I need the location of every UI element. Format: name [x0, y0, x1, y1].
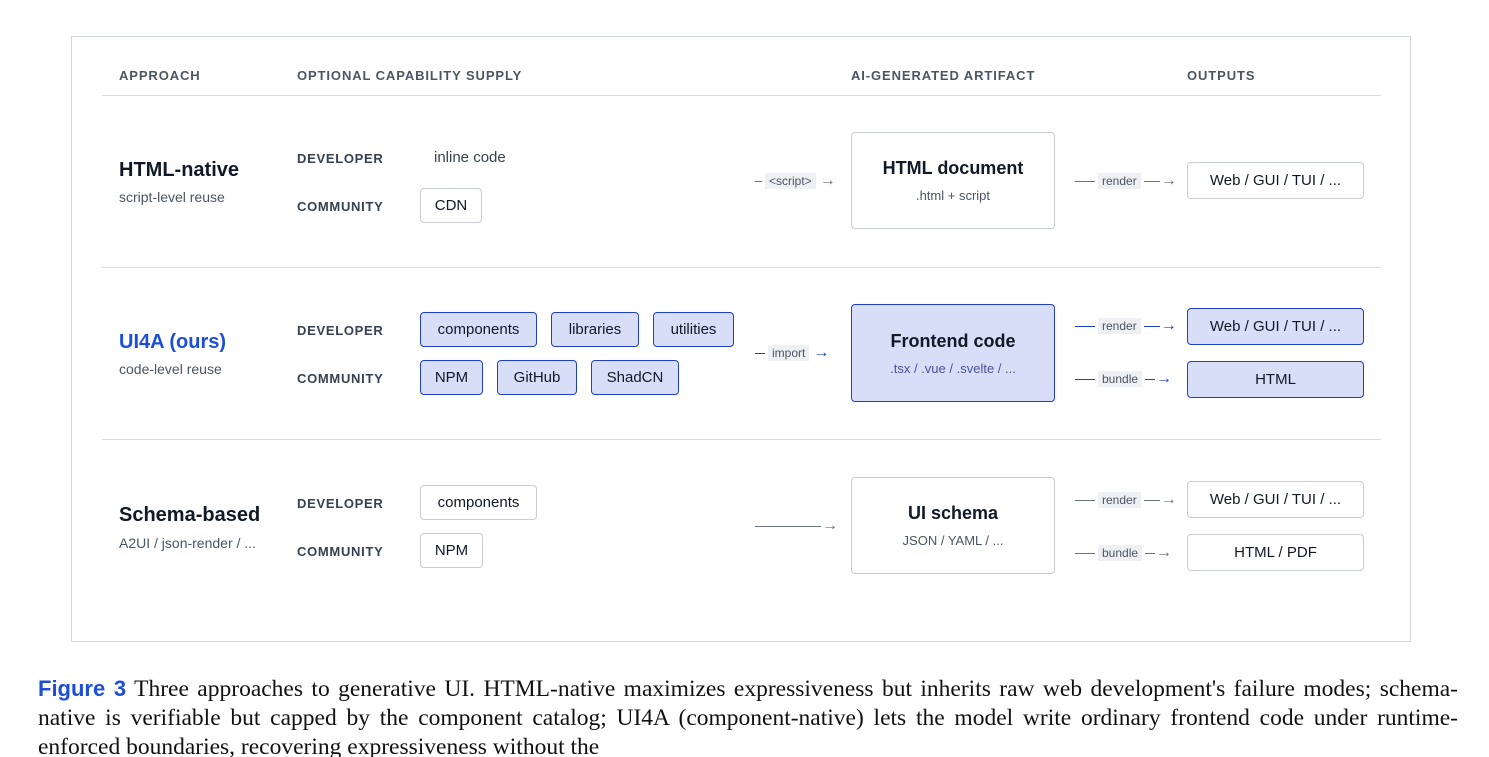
arrow-label: render	[1098, 492, 1141, 508]
row-divider-2	[102, 439, 1381, 440]
chip-components: components	[420, 485, 537, 520]
caption-text: Three approaches to generative UI. HTML-…	[38, 676, 1458, 757]
community-label: COMMUNITY	[297, 371, 384, 386]
arrow-label: bundle	[1098, 545, 1143, 561]
artifact-title: UI schema	[907, 503, 999, 523]
arrow-label: <script>	[765, 173, 816, 189]
header-capability: OPTIONAL CAPABILITY SUPPLY	[297, 68, 523, 83]
artifact-subtitle: .tsx / .vue / .svelte / ...	[890, 360, 1016, 376]
row-title: UI4A (ours)	[119, 331, 227, 353]
script-arrow: <script> →	[755, 171, 836, 191]
output-html: HTML	[1187, 361, 1364, 398]
artifact-subtitle: .html + script	[915, 188, 991, 203]
import-arrow: import →	[755, 343, 829, 363]
arrow-label: import	[768, 345, 810, 361]
developer-label: DEVELOPER	[297, 496, 384, 511]
arrow-label: render	[1098, 318, 1141, 334]
header-divider	[102, 95, 1381, 96]
chip-npm: NPM	[420, 360, 483, 395]
chip-cdn: CDN	[420, 188, 482, 223]
chip-npm: NPM	[420, 533, 483, 568]
figure-caption: Figure 3 Three approaches to generative U…	[38, 674, 1458, 757]
bundle-arrow: bundle →	[1075, 543, 1172, 563]
schema-arrow: →	[755, 516, 838, 536]
row-subtitle: script-level reuse	[119, 189, 225, 205]
developer-label: DEVELOPER	[297, 151, 384, 166]
row-title: HTML-native	[119, 159, 239, 181]
artifact-title: Frontend code	[890, 330, 1016, 351]
header-artifact: AI-GENERATED ARTIFACT	[851, 68, 1036, 83]
chip-github: GitHub	[497, 360, 577, 395]
bundle-arrow: bundle →	[1075, 369, 1172, 389]
row-subtitle: code-level reuse	[119, 361, 222, 377]
header-approach: APPROACH	[119, 68, 201, 83]
row-subtitle: A2UI / json-render / ...	[119, 535, 256, 551]
community-label: COMMUNITY	[297, 199, 384, 214]
artifact-ui-schema: UI schema JSON / YAML / ...	[851, 477, 1055, 574]
render-arrow: render →	[1075, 316, 1177, 336]
output-web: Web / GUI / TUI / ...	[1187, 162, 1364, 199]
chip-shadcn: ShadCN	[591, 360, 679, 395]
output-html-pdf: HTML / PDF	[1187, 534, 1364, 571]
chip-utilities: utilities	[653, 312, 734, 347]
developer-item: inline code	[434, 149, 506, 166]
chip-components: components	[420, 312, 537, 347]
output-web: Web / GUI / TUI / ...	[1187, 308, 1364, 345]
render-arrow: render →	[1075, 490, 1177, 510]
arrow-label: bundle	[1098, 371, 1143, 387]
artifact-title: HTML document	[882, 158, 1024, 178]
chip-libraries: libraries	[551, 312, 639, 347]
output-web: Web / GUI / TUI / ...	[1187, 481, 1364, 518]
row-title: Schema-based	[119, 504, 261, 526]
artifact-html-document: HTML document .html + script	[851, 132, 1055, 229]
header-outputs: OUTPUTS	[1187, 68, 1256, 83]
artifact-frontend-code: Frontend code .tsx / .vue / .svelte / ..…	[851, 304, 1055, 402]
community-label: COMMUNITY	[297, 544, 384, 559]
figure-label: Figure 3	[38, 676, 127, 701]
artifact-subtitle: JSON / YAML / ...	[902, 533, 1004, 548]
row-divider-1	[102, 267, 1381, 268]
render-arrow: render →	[1075, 171, 1177, 191]
developer-label: DEVELOPER	[297, 323, 384, 338]
arrow-label: render	[1098, 173, 1141, 189]
